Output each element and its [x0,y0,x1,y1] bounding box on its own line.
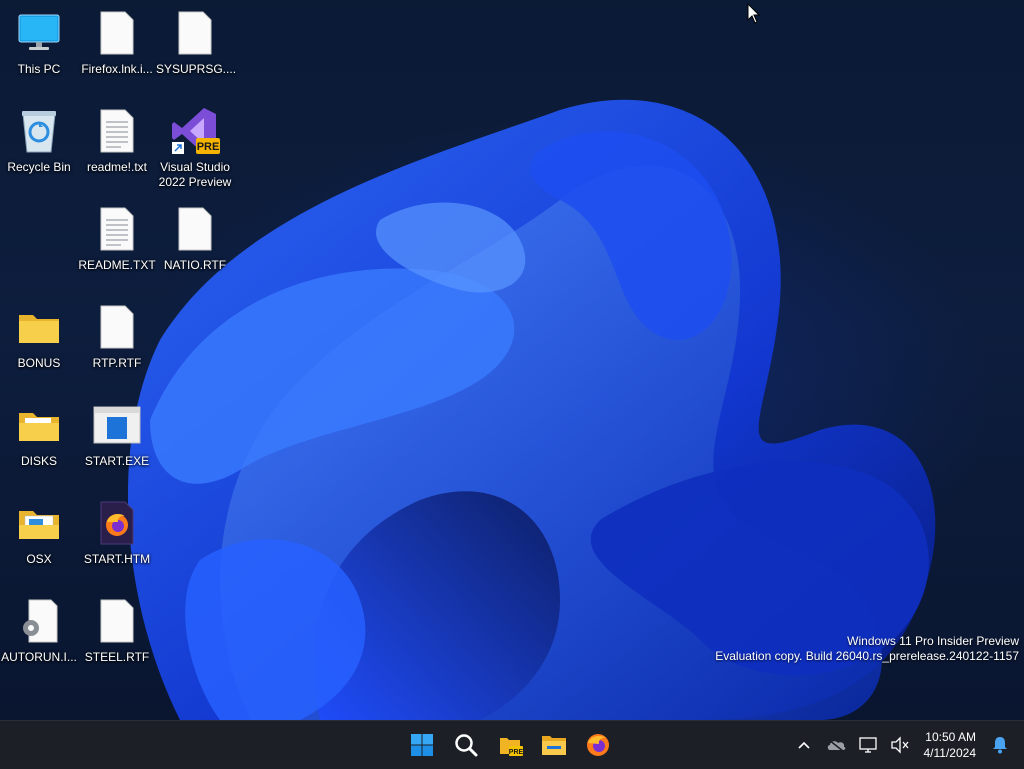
folder-icon [14,400,64,450]
desktop-icon-natio[interactable]: NATIO.RTF [156,202,234,292]
icon-label: README.TXT [78,258,156,272]
icon-label: This PC [17,62,61,76]
taskbar-pinned-apps: PRE [404,721,616,769]
desktop-icon-osx[interactable]: OSX [0,496,78,586]
desktop-icon-firefox-lnk[interactable]: Firefox.lnk.i... [78,6,156,96]
blank-file-icon [92,8,142,58]
watermark-line-1: Windows 11 Pro Insider Preview [847,634,1019,648]
icon-label: DISKS [20,454,57,468]
desktop-icon-disks[interactable]: DISKS [0,398,78,488]
firefox-html-icon [92,498,142,548]
icon-label: OSX [26,552,52,566]
icon-label: readme!.txt [86,160,148,174]
folder-icon [14,498,64,548]
blank-file-icon [92,302,142,352]
icon-label: NATIO.RTF [163,258,227,272]
volume-button[interactable] [886,727,914,763]
desktop-icon-bonus[interactable]: BONUS [0,300,78,390]
start-button[interactable] [404,727,440,763]
onedrive-button[interactable] [822,727,850,763]
icon-label: AUTORUN.I... [1,650,77,664]
notification-center-button[interactable] [986,727,1014,763]
chevron-up-icon [797,741,810,749]
svg-text:PRE: PRE [509,749,523,756]
file-explorer-preview-button[interactable]: PRE [492,727,528,763]
network-icon [858,737,877,753]
icon-label: RTP.RTF [92,356,142,370]
show-hidden-icons-button[interactable] [790,727,818,763]
exe-window-icon [92,400,142,450]
icon-label: START.HTM [83,552,151,566]
desktop-icon-recycle-bin[interactable]: Recycle Bin [0,104,78,194]
text-file-icon [92,106,142,156]
blank-file-icon [170,204,220,254]
desktop-icon-visual-studio[interactable]: PRE Visual Studio 2022 Preview [156,104,234,194]
recycle-bin-icon [14,106,64,156]
icon-label: START.EXE [84,454,150,468]
desktop-icon-autorun[interactable]: AUTORUN.I... [0,594,78,684]
desktop-icon-start-htm[interactable]: START.HTM [78,496,156,586]
evaluation-watermark: Windows 11 Pro Insider Preview Evaluatio… [715,634,1019,664]
start-icon [411,734,433,756]
blank-file-icon [170,8,220,58]
file-explorer-preview-icon: PRE [500,738,523,756]
system-tray: 10:50 AM 4/11/2024 [790,721,1015,769]
taskbar-clock[interactable]: 10:50 AM 4/11/2024 [918,729,983,761]
firefox-icon [587,734,609,756]
watermark-line-2: Evaluation copy. Build 26040.rs_prerelea… [715,649,1019,663]
taskbar: PRE 10:50 AM 4/11/2024 [0,720,1024,769]
desktop-icon-rtp[interactable]: RTP.RTF [78,300,156,390]
file-explorer-icon [542,736,566,755]
onedrive-icon [827,739,845,752]
icon-label: BONUS [17,356,61,370]
network-button[interactable] [854,727,882,763]
icon-label: Firefox.lnk.i... [81,62,153,76]
desktop-icon-this-pc[interactable]: This PC [0,6,78,96]
vs-pre-badge: PRE [197,141,220,153]
folder-icon [14,302,64,352]
this-pc-icon [14,8,64,58]
clock-time: 10:50 AM [925,730,976,744]
settings-file-icon [14,596,64,646]
mouse-cursor-icon [747,2,761,30]
desktop-icon-readme-upper[interactable]: README.TXT [78,202,156,292]
icon-label: Visual Studio 2022 Preview [158,160,232,189]
visual-studio-icon: PRE [170,106,220,156]
desktop-icon-start-exe[interactable]: START.EXE [78,398,156,488]
icon-label: SYSUPRSG.... [156,62,237,76]
desktop-icon-readme-lower[interactable]: readme!.txt [78,104,156,194]
icon-label: STEEL.RTF [84,650,150,664]
clock-date: 4/11/2024 [923,746,977,760]
blank-file-icon [92,596,142,646]
desktop-icon-steel[interactable]: STEEL.RTF [78,594,156,684]
text-file-icon [92,204,142,254]
volume-muted-icon [890,736,908,754]
search-button[interactable] [448,727,484,763]
bell-icon [993,737,1007,754]
icon-label: Recycle Bin [7,160,71,174]
firefox-button[interactable] [580,727,616,763]
desktop-icon-sysuprsg[interactable]: SYSUPRSG.... [156,6,237,96]
desktop[interactable]: This PC Recycle Bin BONUS DISKS OSX AUTO… [0,0,1024,720]
search-icon [455,734,478,757]
file-explorer-button[interactable] [536,727,572,763]
